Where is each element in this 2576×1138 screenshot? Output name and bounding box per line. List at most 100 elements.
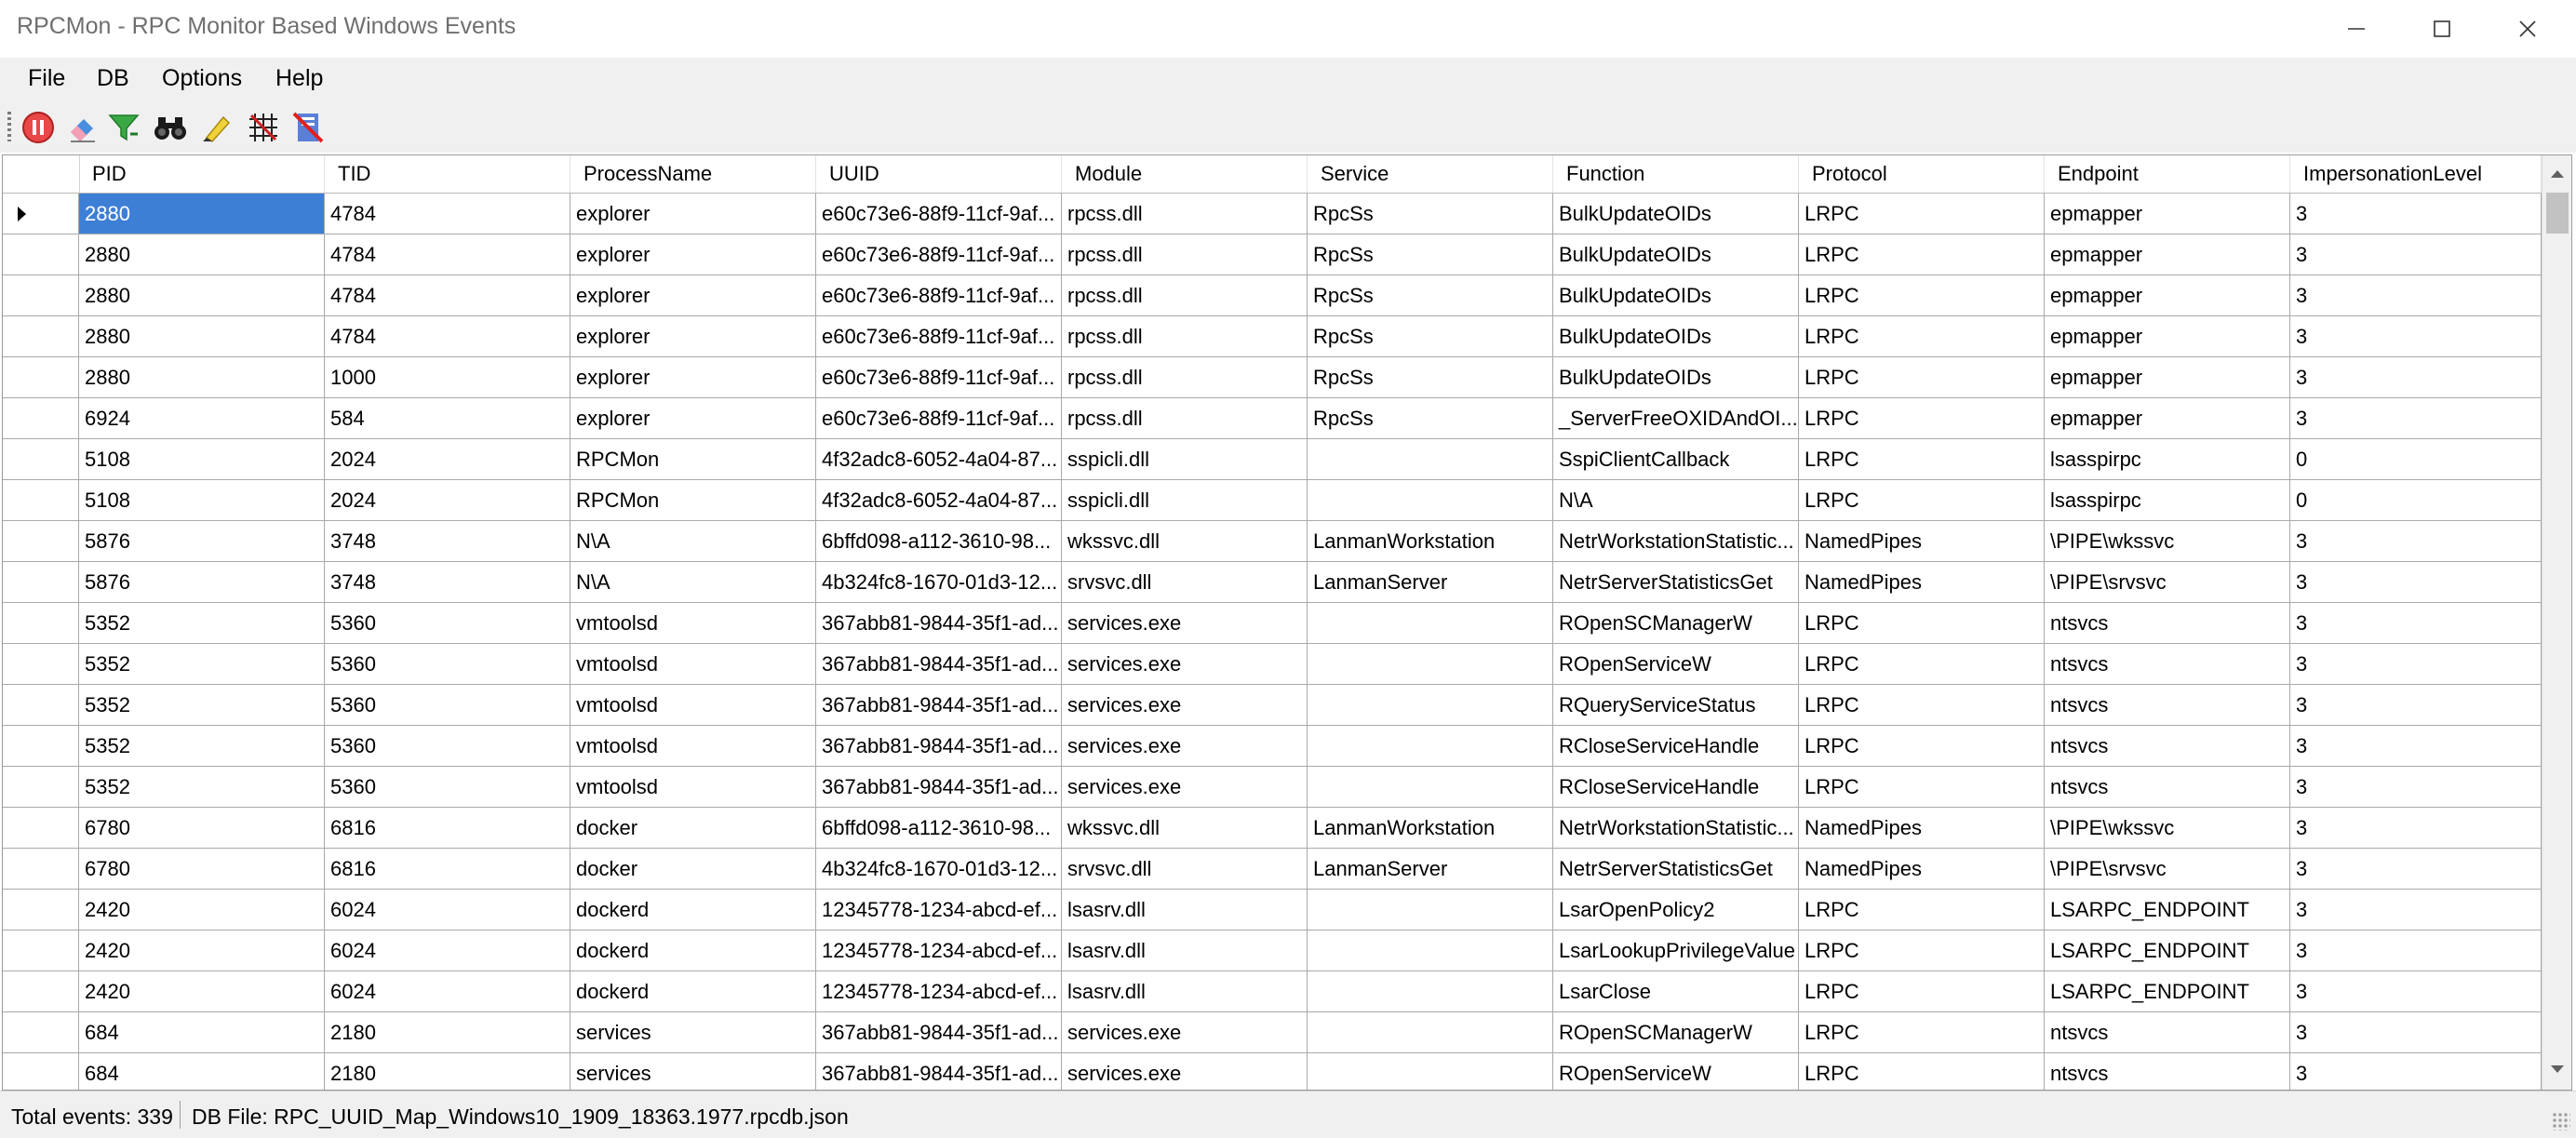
row-header[interactable]: [3, 398, 79, 439]
cell-process-name[interactable]: vmtoolsd: [570, 767, 816, 808]
cell-process-name[interactable]: dockerd: [570, 971, 816, 1012]
table-row[interactable]: 5108 2024 RPCMon 4f32adc8-6052-4a04-87... ss…: [3, 439, 2542, 480]
cell-uuid[interactable]: 367abb81-9844-35f1-ad...: [816, 644, 1062, 685]
cell-pid[interactable]: 2880: [79, 234, 325, 275]
row-header[interactable]: [3, 890, 79, 930]
cell-process-name[interactable]: explorer: [570, 194, 816, 234]
cell-module[interactable]: services.exe: [1062, 603, 1308, 644]
table-row[interactable]: 684 2180 services 367abb81-9844-35f1-ad... s…: [3, 1053, 2542, 1090]
cell-tid[interactable]: 2024: [325, 439, 570, 480]
cell-tid[interactable]: 3748: [325, 562, 570, 603]
cell-endpoint[interactable]: epmapper: [2045, 316, 2290, 357]
table-row[interactable]: 2880 4784 explorer e60c73e6-88f9-11cf-9af..…: [3, 316, 2542, 357]
cell-tid[interactable]: 5360: [325, 767, 570, 808]
table-row[interactable]: 5876 3748 N\A 6bffd098-a112-3610-98... wkssv…: [3, 521, 2542, 562]
cell-service[interactable]: RpcSs: [1308, 194, 1553, 234]
cell-endpoint[interactable]: \PIPE\srvsvc: [2045, 849, 2290, 890]
cell-endpoint[interactable]: LSARPC_ENDPOINT: [2045, 890, 2290, 930]
cell-process-name[interactable]: dockerd: [570, 890, 816, 930]
cell-tid[interactable]: 6816: [325, 849, 570, 890]
cell-impersonation-level[interactable]: 3: [2290, 1053, 2542, 1090]
cell-endpoint[interactable]: epmapper: [2045, 194, 2290, 234]
cell-uuid[interactable]: e60c73e6-88f9-11cf-9af...: [816, 194, 1062, 234]
column-header-protocol[interactable]: Protocol: [1799, 155, 2045, 193]
table-row[interactable]: 5352 5360 vmtoolsd 367abb81-9844-35f1-ad...…: [3, 767, 2542, 808]
cell-protocol[interactable]: LRPC: [1799, 194, 2045, 234]
cell-module[interactable]: rpcss.dll: [1062, 275, 1308, 316]
cell-process-name[interactable]: services: [570, 1053, 816, 1090]
cell-uuid[interactable]: 12345778-1234-abcd-ef...: [816, 971, 1062, 1012]
cell-pid[interactable]: 5352: [79, 726, 325, 767]
cell-pid[interactable]: 2880: [79, 316, 325, 357]
cell-uuid[interactable]: 12345778-1234-abcd-ef...: [816, 930, 1062, 971]
cell-function[interactable]: LsarOpenPolicy2: [1553, 890, 1799, 930]
columns-button[interactable]: [244, 108, 283, 147]
scroll-up-button[interactable]: [2542, 159, 2571, 189]
cell-impersonation-level[interactable]: 3: [2290, 685, 2542, 726]
row-header[interactable]: [3, 521, 79, 562]
table-row[interactable]: 6924 584 explorer e60c73e6-88f9-11cf-9af...…: [3, 398, 2542, 439]
cell-pid[interactable]: 5876: [79, 562, 325, 603]
cell-protocol[interactable]: NamedPipes: [1799, 562, 2045, 603]
cell-tid[interactable]: 6024: [325, 930, 570, 971]
cell-impersonation-level[interactable]: 3: [2290, 930, 2542, 971]
find-button[interactable]: [151, 108, 190, 147]
cell-function[interactable]: ROpenSCManagerW: [1553, 1012, 1799, 1053]
cell-tid[interactable]: 4784: [325, 275, 570, 316]
cell-function[interactable]: BulkUpdateOIDs: [1553, 316, 1799, 357]
cell-process-name[interactable]: N\A: [570, 562, 816, 603]
menu-db[interactable]: DB: [97, 65, 129, 92]
cell-pid[interactable]: 684: [79, 1012, 325, 1053]
cell-pid[interactable]: 5108: [79, 439, 325, 480]
cell-impersonation-level[interactable]: 3: [2290, 234, 2542, 275]
table-row[interactable]: 5876 3748 N\A 4b324fc8-1670-01d3-12... srvsv…: [3, 562, 2542, 603]
table-row[interactable]: 5352 5360 vmtoolsd 367abb81-9844-35f1-ad...…: [3, 685, 2542, 726]
cell-tid[interactable]: 2180: [325, 1012, 570, 1053]
cell-process-name[interactable]: RPCMon: [570, 439, 816, 480]
row-header[interactable]: [3, 562, 79, 603]
resize-grip[interactable]: [2552, 1112, 2570, 1131]
menu-options[interactable]: Options: [162, 65, 242, 92]
cell-protocol[interactable]: LRPC: [1799, 644, 2045, 685]
cell-function[interactable]: NetrServerStatisticsGet: [1553, 562, 1799, 603]
cell-tid[interactable]: 2180: [325, 1053, 570, 1090]
cell-protocol[interactable]: LRPC: [1799, 890, 2045, 930]
cell-protocol[interactable]: LRPC: [1799, 439, 2045, 480]
cell-process-name[interactable]: RPCMon: [570, 480, 816, 521]
cell-pid[interactable]: 5352: [79, 644, 325, 685]
cell-function[interactable]: NetrServerStatisticsGet: [1553, 849, 1799, 890]
cell-impersonation-level[interactable]: 3: [2290, 275, 2542, 316]
row-header[interactable]: [3, 726, 79, 767]
cell-pid[interactable]: 684: [79, 1053, 325, 1090]
cell-impersonation-level[interactable]: 3: [2290, 971, 2542, 1012]
cell-module[interactable]: services.exe: [1062, 767, 1308, 808]
cell-impersonation-level[interactable]: 3: [2290, 521, 2542, 562]
cell-impersonation-level[interactable]: 3: [2290, 890, 2542, 930]
cell-pid[interactable]: 5352: [79, 767, 325, 808]
cell-protocol[interactable]: NamedPipes: [1799, 808, 2045, 849]
cell-module[interactable]: rpcss.dll: [1062, 194, 1308, 234]
cell-module[interactable]: services.exe: [1062, 726, 1308, 767]
cell-uuid[interactable]: 367abb81-9844-35f1-ad...: [816, 726, 1062, 767]
cell-endpoint[interactable]: LSARPC_ENDPOINT: [2045, 971, 2290, 1012]
row-header[interactable]: [3, 439, 79, 480]
stop-button[interactable]: [19, 108, 58, 147]
scroll-thumb[interactable]: [2546, 193, 2569, 234]
cell-module[interactable]: sspicli.dll: [1062, 480, 1308, 521]
cell-process-name[interactable]: services: [570, 1012, 816, 1053]
cell-impersonation-level[interactable]: 3: [2290, 808, 2542, 849]
cell-protocol[interactable]: LRPC: [1799, 1053, 2045, 1090]
cell-uuid[interactable]: 367abb81-9844-35f1-ad...: [816, 1053, 1062, 1090]
cell-service[interactable]: [1308, 767, 1553, 808]
cell-function[interactable]: N\A: [1553, 480, 1799, 521]
column-header-tid[interactable]: TID: [325, 155, 570, 193]
cell-tid[interactable]: 2024: [325, 480, 570, 521]
cell-impersonation-level[interactable]: 0: [2290, 439, 2542, 480]
cell-protocol[interactable]: NamedPipes: [1799, 521, 2045, 562]
cell-pid[interactable]: 6924: [79, 398, 325, 439]
cell-uuid[interactable]: 4b324fc8-1670-01d3-12...: [816, 849, 1062, 890]
cell-protocol[interactable]: LRPC: [1799, 685, 2045, 726]
cell-impersonation-level[interactable]: 3: [2290, 194, 2542, 234]
cell-tid[interactable]: 6024: [325, 971, 570, 1012]
cell-tid[interactable]: 4784: [325, 316, 570, 357]
